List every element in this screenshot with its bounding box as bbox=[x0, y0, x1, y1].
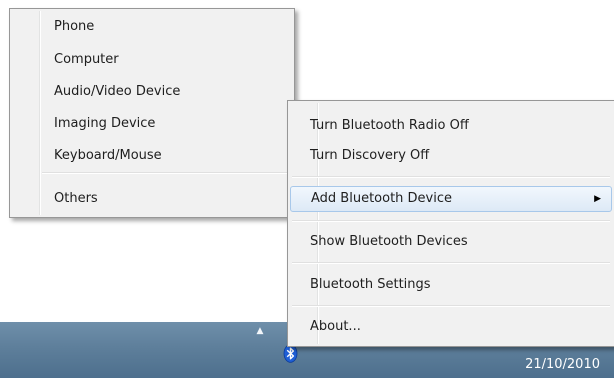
menu-item-bluetooth-settings[interactable]: Bluetooth Settings bbox=[290, 272, 612, 298]
submenu-item-label: Phone bbox=[54, 19, 95, 34]
submenu-item-audio-video-device[interactable]: Audio/Video Device bbox=[12, 79, 292, 105]
menu-separator bbox=[292, 220, 610, 222]
menu-item-label: About... bbox=[310, 319, 361, 334]
menu-item-show-bluetooth-devices[interactable]: Show Bluetooth Devices bbox=[290, 229, 612, 255]
submenu-item-label: Audio/Video Device bbox=[54, 84, 181, 99]
submenu-item-others[interactable]: Others bbox=[12, 186, 292, 212]
submenu-item-label: Keyboard/Mouse bbox=[54, 148, 162, 163]
menu-item-about[interactable]: About... bbox=[290, 314, 612, 340]
menu-item-label: Bluetooth Settings bbox=[310, 277, 431, 292]
menu-item-label: Add Bluetooth Device bbox=[311, 191, 453, 206]
menu-item-turn-radio-off[interactable]: Turn Bluetooth Radio Off bbox=[290, 113, 612, 139]
menu-item-label: Turn Discovery Off bbox=[310, 148, 430, 163]
add-device-submenu: Phone Computer Audio/Video Device Imagin… bbox=[9, 8, 295, 218]
submenu-item-label: Imaging Device bbox=[54, 116, 156, 131]
menu-item-add-bluetooth-device[interactable]: Add Bluetooth Device ▶ bbox=[290, 186, 612, 212]
menu-separator bbox=[292, 262, 610, 264]
menu-item-turn-discovery-off[interactable]: Turn Discovery Off bbox=[290, 143, 612, 169]
submenu-item-label: Others bbox=[54, 191, 98, 206]
submenu-arrow-icon: ▶ bbox=[594, 194, 601, 204]
menu-separator bbox=[292, 176, 610, 178]
menu-separator bbox=[292, 305, 610, 307]
menu-item-label: Turn Bluetooth Radio Off bbox=[310, 118, 469, 133]
submenu-separator bbox=[42, 172, 290, 174]
submenu-item-label: Computer bbox=[54, 52, 119, 67]
bluetooth-context-menu: Turn Bluetooth Radio Off Turn Discovery … bbox=[287, 100, 614, 347]
submenu-item-keyboard-mouse[interactable]: Keyboard/Mouse bbox=[12, 143, 292, 169]
submenu-item-computer[interactable]: Computer bbox=[12, 47, 292, 73]
menu-item-label: Show Bluetooth Devices bbox=[310, 234, 468, 249]
show-hidden-icons-arrow-icon[interactable]: ▲ bbox=[254, 327, 266, 336]
submenu-item-imaging-device[interactable]: Imaging Device bbox=[12, 111, 292, 137]
taskbar-clock-date[interactable]: 21/10/2010 bbox=[480, 357, 600, 373]
submenu-item-phone[interactable]: Phone bbox=[12, 14, 292, 40]
